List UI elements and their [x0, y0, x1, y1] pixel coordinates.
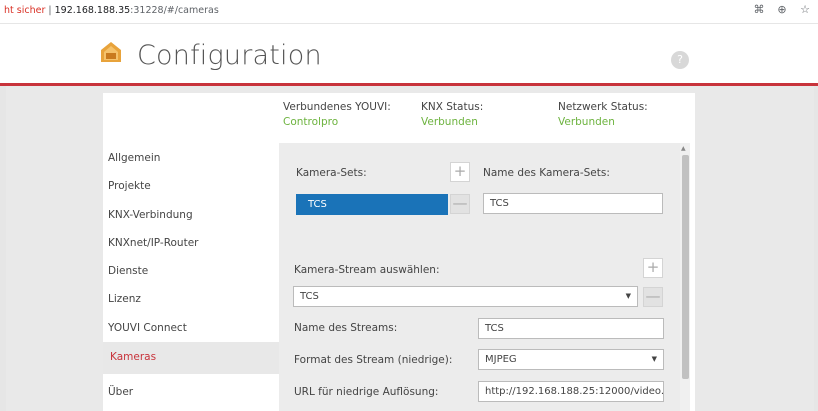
chevron-down-icon: ▼: [625, 292, 631, 300]
network-status-value: Verbunden: [558, 116, 615, 128]
help-icon[interactable]: ?: [671, 51, 689, 69]
stream-name-label: Name des Streams:: [294, 322, 398, 334]
sidebar-item-youvi-connect[interactable]: YOUVI Connect: [108, 322, 187, 334]
youvi-logo-icon: [101, 42, 121, 62]
url-text[interactable]: ht sicher | 192.168.188.35:31228/#/camer…: [4, 5, 219, 16]
sidebar-item-label: Kameras: [110, 351, 157, 363]
sidebar-item-allgemein[interactable]: Allgemein: [108, 152, 160, 164]
camera-form: [279, 143, 680, 411]
sidebar-item-kameras[interactable]: Kameras: [103, 342, 279, 374]
network-status-label: Netzwerk Status:: [558, 101, 648, 113]
camera-set-item-selected[interactable]: TCS: [296, 194, 448, 215]
network-status: Netzwerk Status: Verbunden: [558, 101, 648, 128]
remove-camera-set-button[interactable]: —: [450, 194, 470, 214]
url-host: 192.168.188.35: [54, 5, 131, 16]
translate-icon[interactable]: ⌘: [752, 3, 766, 17]
camera-sets-label: Kamera-Sets:: [296, 167, 367, 179]
sidebar-item-dienste[interactable]: Dienste: [108, 265, 148, 277]
knx-status-value: Verbunden: [421, 116, 478, 128]
security-warning: ht sicher: [4, 5, 46, 16]
sidebar-item-knx-verbindung[interactable]: KNX-Verbindung: [108, 209, 193, 221]
bookmark-star-icon[interactable]: ☆: [798, 3, 812, 17]
sidebar-item-lizenz[interactable]: Lizenz: [108, 293, 141, 305]
scroll-up-arrow-icon[interactable]: ▲: [681, 145, 686, 152]
stream-format-value: MJPEG: [485, 354, 517, 365]
sidebar-item-ueber[interactable]: Über: [108, 386, 133, 398]
stream-select-label: Kamera-Stream auswählen:: [294, 264, 440, 276]
stream-select[interactable]: TCS ▼: [293, 286, 638, 307]
youvi-status-value: Controlpro: [283, 116, 339, 128]
camera-set-name-label: Name des Kamera-Sets:: [483, 167, 610, 179]
add-camera-set-button[interactable]: +: [450, 162, 470, 182]
knx-status: KNX Status: Verbunden: [421, 101, 483, 128]
app-header: [0, 24, 818, 84]
zoom-icon[interactable]: ⊕: [775, 3, 789, 17]
stream-name-input[interactable]: TCS: [478, 318, 664, 339]
page-title: Configuration: [137, 40, 322, 71]
remove-stream-button[interactable]: —: [643, 287, 663, 307]
url-separator: |: [48, 5, 52, 16]
camera-set-name-input[interactable]: TCS: [483, 193, 663, 214]
low-res-url-input[interactable]: http://192.168.188.25:12000/video.m: [478, 381, 664, 402]
stream-select-value: TCS: [300, 291, 319, 302]
address-bar[interactable]: ht sicher | 192.168.188.35:31228/#/camer…: [0, 0, 818, 24]
youvi-status-label: Verbundenes YOUVI:: [283, 101, 391, 113]
scrollbar-thumb[interactable]: [682, 155, 689, 379]
sidebar-item-projekte[interactable]: Projekte: [108, 180, 151, 192]
low-res-url-label: URL für niedrige Auflösung:: [294, 386, 439, 398]
chevron-down-icon: ▼: [651, 355, 657, 363]
url-path: :31228/#/cameras: [130, 5, 219, 16]
youvi-status: Verbundenes YOUVI: Controlpro: [283, 101, 391, 128]
sidebar-item-knxnet-ip-router[interactable]: KNXnet/IP-Router: [108, 237, 199, 249]
stream-format-label: Format des Stream (niedrige):: [294, 354, 453, 366]
stream-format-select[interactable]: MJPEG ▼: [478, 349, 664, 370]
add-stream-button[interactable]: +: [643, 258, 663, 278]
knx-status-label: KNX Status:: [421, 101, 484, 113]
